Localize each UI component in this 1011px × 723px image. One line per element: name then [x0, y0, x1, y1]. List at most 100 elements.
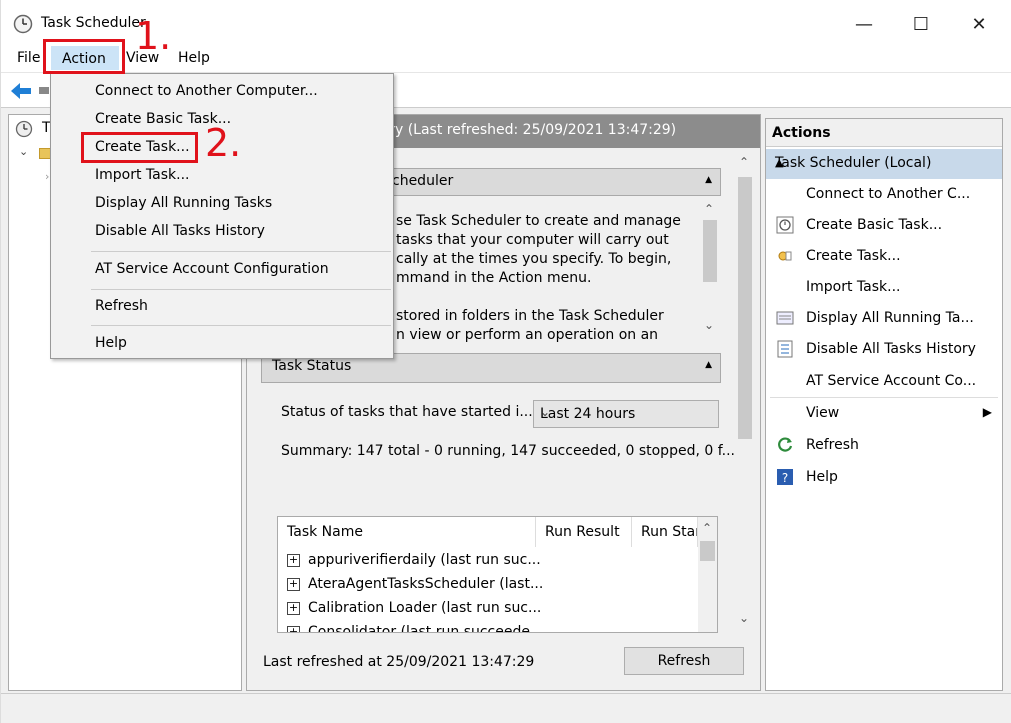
scroll-up-icon[interactable]: ⌃: [739, 155, 749, 169]
forward-arrow-icon[interactable]: [39, 87, 49, 94]
status-bar: [1, 693, 1011, 723]
annotation-box-action: [43, 39, 125, 74]
collapse-icon[interactable]: ▲: [775, 156, 992, 169]
action-connect[interactable]: Connect to Another C...: [766, 181, 1002, 209]
action-label: Disable All Tasks History: [806, 341, 976, 357]
action-label: Refresh: [806, 437, 859, 453]
table-row[interactable]: + Calibration Loader (last run suc...: [278, 597, 698, 621]
status-summary: Summary: 147 total - 0 running, 147 succ…: [281, 443, 735, 459]
last-refreshed-text: Last refreshed at 25/09/2021 13:47:29: [263, 654, 535, 670]
expand-icon[interactable]: +: [287, 554, 300, 567]
refresh-button[interactable]: Refresh: [624, 647, 744, 675]
overview-scrollbar[interactable]: ⌃ ⌄: [701, 202, 719, 336]
menu-item-help[interactable]: Help: [51, 331, 393, 357]
clock-icon: [13, 14, 33, 34]
task-name-cell: Consolidator (last run succeede...: [308, 624, 544, 633]
menu-separator: [91, 289, 391, 290]
expand-icon[interactable]: +: [287, 578, 300, 591]
menu-item-label: Help: [95, 335, 127, 351]
action-label: Help: [806, 469, 838, 485]
overview-line: cally at the times you specify. To begin…: [396, 251, 672, 267]
overview-spacer: [396, 288, 696, 307]
expand-icon[interactable]: +: [287, 602, 300, 615]
column-header-label: Run Result: [545, 524, 620, 540]
column-header-run-start[interactable]: Run Star: [632, 517, 698, 547]
menu-item-at-service-account[interactable]: AT Service Account Configuration: [51, 257, 393, 283]
menu-item-label: Connect to Another Computer...: [95, 83, 318, 99]
overview-line: stored in folders in the Task Scheduler: [396, 308, 664, 324]
menu-item-display-running[interactable]: Display All Running Tasks: [51, 191, 393, 217]
scroll-thumb[interactable]: [700, 541, 715, 561]
action-help[interactable]: ? Help: [766, 464, 1002, 492]
scroll-down-icon[interactable]: ⌄: [704, 318, 714, 332]
menu-item-connect[interactable]: Connect to Another Computer...: [51, 79, 393, 105]
scroll-up-icon[interactable]: ⌃: [704, 202, 714, 216]
action-view[interactable]: View ▶: [766, 400, 1002, 428]
status-filter-label: Status of tasks that have started i...: [281, 404, 533, 420]
action-import-task[interactable]: Import Task...: [766, 274, 1002, 302]
column-header-label: Task Name: [287, 524, 363, 540]
action-at-service-account[interactable]: AT Service Account Co...: [766, 368, 1002, 396]
table-row[interactable]: + Consolidator (last run succeede...: [278, 621, 698, 633]
overview-line: mmand in the Action menu.: [396, 270, 592, 286]
svg-text:?: ?: [782, 471, 788, 485]
scroll-down-icon[interactable]: ⌄: [739, 611, 749, 625]
overview-line: se Task Scheduler to create and manage: [396, 213, 681, 229]
scroll-thumb[interactable]: [703, 220, 717, 282]
menu-item-refresh[interactable]: Refresh: [51, 294, 393, 320]
menu-file[interactable]: File: [17, 50, 40, 66]
menu-item-label: Disable All Tasks History: [95, 223, 265, 239]
scroll-up-icon[interactable]: ⌃: [702, 521, 712, 535]
expand-icon[interactable]: +: [287, 626, 300, 632]
action-display-running[interactable]: Display All Running Ta...: [766, 305, 1002, 333]
refresh-icon: [778, 437, 793, 452]
overview-section-title: cheduler: [392, 173, 454, 189]
table-row[interactable]: + AteraAgentTasksScheduler (last...: [278, 573, 698, 597]
collapse-icon[interactable]: ▲: [705, 175, 712, 185]
action-create-task[interactable]: Create Task...: [766, 243, 1002, 271]
action-label: Import Task...: [806, 279, 901, 295]
chevron-right-icon[interactable]: ›: [45, 170, 49, 183]
collapse-icon[interactable]: ▲: [705, 360, 712, 370]
menu-item-label: Import Task...: [95, 167, 190, 183]
menu-item-disable-history[interactable]: Disable All Tasks History: [51, 219, 393, 245]
actions-separator: [770, 397, 998, 398]
task-name-cell: Calibration Loader (last run suc...: [308, 600, 542, 616]
create-basic-task-icon: [776, 216, 794, 234]
scroll-thumb[interactable]: [738, 177, 752, 439]
table-scrollbar[interactable]: ⌃: [698, 517, 717, 632]
menu-item-import-task[interactable]: Import Task...: [51, 163, 393, 189]
menu-item-label: Refresh: [95, 298, 148, 314]
chevron-down-icon[interactable]: ⌄: [19, 145, 28, 158]
maximize-button[interactable]: ☐: [898, 4, 944, 44]
action-dropdown-menu: Connect to Another Computer... Create Ba…: [50, 73, 394, 359]
table-row[interactable]: + appuriverifierdaily (last run suc...: [278, 549, 698, 573]
task-table: Task Name Run Result Run Star + appuriver…: [277, 516, 718, 633]
task-scheduler-window: Task Scheduler — ☐ ✕ File Action View He…: [0, 0, 1011, 723]
outer-scrollbar[interactable]: ⌃ ⌄: [736, 151, 754, 631]
minimize-button[interactable]: —: [841, 4, 887, 44]
close-button[interactable]: ✕: [956, 4, 1002, 44]
action-create-basic-task[interactable]: Create Basic Task...: [766, 212, 1002, 240]
running-tasks-icon: [776, 311, 794, 325]
action-refresh[interactable]: Refresh: [766, 432, 1002, 460]
menu-item-label: AT Service Account Configuration: [95, 261, 329, 277]
column-header-label: Run Star: [641, 524, 698, 540]
actions-group-header[interactable]: Task Scheduler (Local) ▲: [766, 149, 1002, 179]
status-period-select[interactable]: Last 24 hours ⌄: [533, 400, 719, 428]
action-disable-history[interactable]: Disable All Tasks History: [766, 336, 1002, 364]
menu-item-label: Display All Running Tasks: [95, 195, 273, 211]
actions-title-bar: Actions: [766, 119, 1002, 147]
column-header-run-result[interactable]: Run Result: [536, 517, 632, 547]
history-icon: [777, 340, 793, 358]
submenu-arrow-icon: ▶: [982, 405, 992, 419]
menu-separator: [91, 325, 391, 326]
action-label: Display All Running Ta...: [806, 310, 974, 326]
summary-header-label: mary (Last refreshed: 25/09/2021 13:47:2…: [367, 122, 677, 138]
column-header-task-name[interactable]: Task Name: [278, 517, 536, 547]
back-arrow-icon[interactable]: [10, 82, 32, 100]
actions-pane: Actions Task Scheduler (Local) ▲ Connect…: [765, 118, 1003, 691]
create-task-icon: [778, 251, 792, 261]
menu-help[interactable]: Help: [178, 50, 210, 66]
action-label: AT Service Account Co...: [806, 373, 977, 389]
